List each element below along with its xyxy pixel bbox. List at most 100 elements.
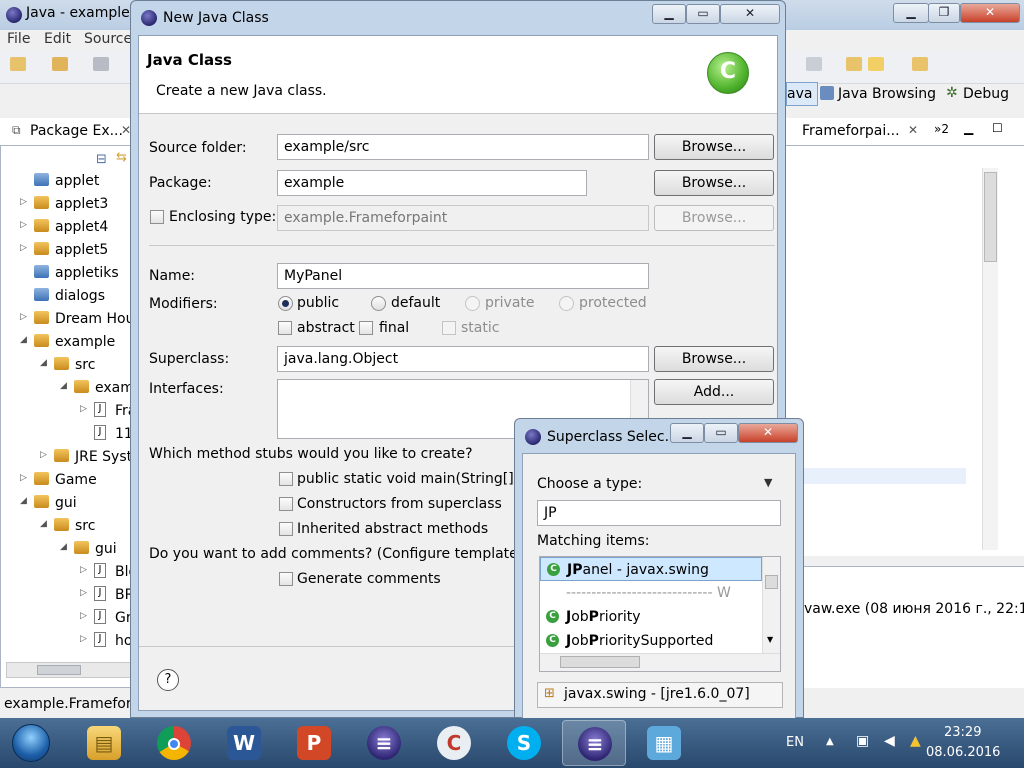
list-item[interactable]: C JPanel - javax.swing (540, 557, 762, 581)
editor-scroll-thumb[interactable] (984, 172, 997, 262)
tree-item[interactable]: ▷ JRE Syste (0, 446, 140, 468)
minimize-icon[interactable]: ▁ (964, 121, 973, 135)
enclosing-type-checkbox[interactable] (150, 210, 164, 224)
expand-arrow-icon[interactable]: ▷ (80, 404, 87, 414)
scroll-down-icon[interactable]: ▼ (767, 635, 773, 644)
modifier-default-radio[interactable] (371, 296, 386, 311)
tree-item[interactable]: ◢ src (0, 515, 140, 537)
tree-item[interactable]: ◢ example (0, 331, 140, 353)
stub-inherited-checkbox[interactable] (279, 522, 293, 536)
collapse-arrow-icon[interactable]: ◢ (40, 519, 47, 529)
list-separator[interactable]: ----------------------------- W (540, 581, 762, 605)
superclass-close-button[interactable]: ✕ (738, 423, 798, 443)
ide-maximize-button[interactable]: ❐ (928, 3, 960, 23)
show-hidden-icons-icon[interactable]: ▲ (826, 736, 834, 747)
expand-arrow-icon[interactable]: ▷ (20, 473, 27, 483)
package-explorer-tab[interactable]: ⧉ Package Ex... ✕ (0, 118, 140, 146)
taskbar-eclipse[interactable]: ≡ (352, 720, 416, 766)
collapse-arrow-icon[interactable]: ◢ (60, 542, 67, 552)
dialog-close-button[interactable]: ✕ (720, 4, 780, 24)
perspective-debug[interactable]: Debug (963, 86, 1009, 102)
tree-item[interactable]: J 11 (0, 423, 140, 445)
network-icon[interactable]: ▣ (856, 733, 869, 749)
expand-arrow-icon[interactable]: ▷ (20, 243, 27, 253)
stub-main-checkbox[interactable] (279, 472, 293, 486)
taskbar-skype[interactable]: S (492, 720, 556, 766)
tree-item[interactable]: applet (0, 170, 140, 192)
expand-arrow-icon[interactable]: ▷ (80, 588, 87, 598)
save-icon[interactable] (93, 57, 109, 71)
ide-minimize-button[interactable]: ▁ (893, 3, 929, 23)
new-package-icon[interactable] (52, 57, 68, 71)
matching-items-list[interactable]: C JPanel - javax.swing -------------------… (539, 556, 781, 672)
modifier-private-radio[interactable] (465, 296, 480, 311)
expand-arrow-icon[interactable]: ▷ (80, 611, 87, 621)
taskbar-explorer[interactable]: ▤ (72, 720, 136, 766)
tree-item[interactable]: ▷ J Fra (0, 400, 140, 422)
collapse-arrow-icon[interactable]: ◢ (60, 381, 67, 391)
source-folder-browse-button[interactable]: Browse... (654, 134, 774, 160)
back-arrow-icon[interactable] (868, 57, 884, 71)
stub-constructors-checkbox[interactable] (279, 497, 293, 511)
editor-vertical-scrollbar[interactable] (982, 168, 998, 550)
editor-tab-frameforpaint[interactable]: Frameforpai... (802, 123, 900, 139)
enclosing-type-browse-button[interactable]: Browse... (654, 205, 774, 231)
ide-close-button[interactable]: ✕ (960, 3, 1020, 23)
tree-horizontal-scrollbar[interactable] (6, 662, 134, 678)
taskbar-powerpoint[interactable]: P (282, 720, 346, 766)
type-search-input[interactable]: JP (537, 500, 781, 526)
tree-item[interactable]: ▷ applet5 (0, 239, 140, 261)
abstract-checkbox[interactable] (278, 321, 292, 335)
taskbar-control-panel[interactable]: ▦ (632, 720, 696, 766)
list-horizontal-scrollbar[interactable] (540, 653, 780, 671)
perspective-java-browsing[interactable]: Java Browsing (838, 86, 936, 102)
tree-item[interactable]: ▷ Game (0, 469, 140, 491)
source-folder-input[interactable]: example/src (277, 134, 649, 160)
name-input[interactable]: MyPanel (277, 263, 649, 289)
list-item[interactable]: C JobPrioritySupported (540, 629, 762, 653)
tree-item[interactable]: ▷ Dream Hou (0, 308, 140, 330)
tree-item[interactable]: dialogs (0, 285, 140, 307)
taskbar-word[interactable]: W (212, 720, 276, 766)
taskbar-eclipse-active[interactable]: ≡ (562, 720, 626, 766)
expand-arrow-icon[interactable]: ▷ (20, 220, 27, 230)
nav-icon[interactable] (846, 57, 862, 71)
tree-item[interactable]: ◢ exam (0, 377, 140, 399)
tree-item[interactable]: ◢ gui (0, 538, 140, 560)
superclass-input[interactable]: java.lang.Object (277, 346, 649, 372)
dialog-maximize-button[interactable]: ▭ (686, 4, 720, 24)
dialog-minimize-button[interactable]: ▁ (652, 4, 686, 24)
tree-item[interactable]: ▷ J Gra (0, 607, 140, 629)
list-hscroll-thumb[interactable] (560, 656, 640, 668)
forward-arrow-icon[interactable] (912, 57, 928, 71)
collapse-arrow-icon[interactable]: ◢ (20, 335, 27, 345)
taskbar-chrome[interactable] (142, 720, 206, 766)
close-icon[interactable]: ✕ (908, 123, 918, 137)
help-icon[interactable]: ? (157, 669, 179, 691)
expand-arrow-icon[interactable]: ▷ (20, 312, 27, 322)
new-icon[interactable] (10, 57, 26, 71)
tree-item[interactable]: ▷ applet4 (0, 216, 140, 238)
taskbar-media[interactable]: C (422, 720, 486, 766)
expand-arrow-icon[interactable]: ▷ (80, 634, 87, 644)
perspective-java[interactable]: ava (786, 82, 818, 106)
tree-item[interactable]: ▷ Jho (0, 630, 140, 652)
tree-scroll-thumb[interactable] (37, 665, 81, 675)
menu-file[interactable]: File (7, 31, 30, 47)
list-item[interactable]: C JobPriority (540, 605, 762, 629)
package-browse-button[interactable]: Browse... (654, 170, 774, 196)
tree-item[interactable]: ◢ src (0, 354, 140, 376)
superclass-maximize-button[interactable]: ▭ (704, 423, 738, 443)
static-checkbox[interactable] (442, 321, 456, 335)
expand-arrow-icon[interactable]: ▷ (20, 197, 27, 207)
view-menu-icon[interactable]: ▼ (764, 476, 772, 489)
generate-comments-checkbox[interactable] (279, 572, 293, 586)
google-drive-icon[interactable]: ▲ (910, 733, 921, 749)
tree-item[interactable]: ▷ J BR (0, 584, 140, 606)
modifier-public-radio[interactable] (278, 296, 293, 311)
collapse-arrow-icon[interactable]: ◢ (40, 358, 47, 368)
tree-item[interactable]: ▷ J Blo (0, 561, 140, 583)
editor-area[interactable] (786, 146, 1024, 556)
tree-item[interactable]: ▷ applet3 (0, 193, 140, 215)
list-scroll-thumb[interactable] (765, 575, 778, 589)
